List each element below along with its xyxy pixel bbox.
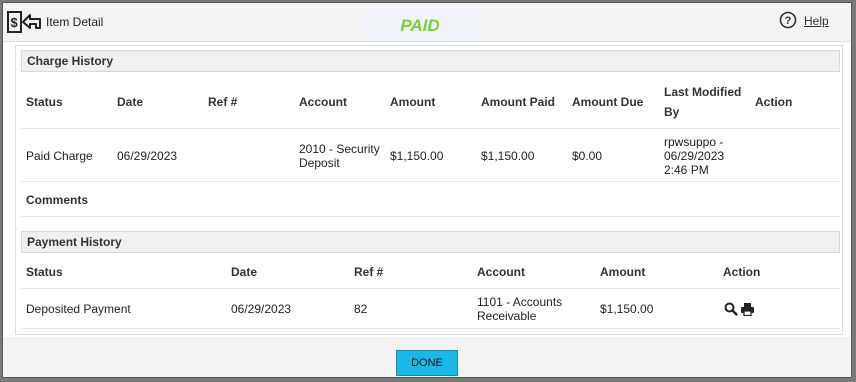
charge-row-modified-line1: rpwsuppo -: [664, 135, 724, 149]
comments-divider: [21, 216, 840, 217]
payment-col-date: Date: [231, 265, 258, 279]
status-banner: PAID: [361, 7, 479, 41]
charge-row-account-line2: Deposit: [299, 156, 340, 170]
charge-history-heading: Charge History: [21, 50, 840, 72]
charge-col-amount: Amount: [390, 95, 436, 109]
search-icon[interactable]: [724, 302, 738, 316]
payment-row-account-line1: 1101 - Accounts: [477, 295, 563, 309]
dialog-footer: DONE: [3, 337, 851, 377]
charge-col-amount-due: Amount Due: [572, 95, 644, 109]
charge-row-date: 06/29/2023: [117, 149, 178, 163]
charge-row-divider: [21, 181, 840, 182]
dialog-title: Item Detail: [46, 15, 104, 29]
charge-col-last-modified-line2: By: [664, 105, 680, 119]
charge-row-account: 2010 - Security Deposit: [299, 142, 380, 170]
payment-col-status: Status: [26, 265, 63, 279]
payment-row-account: 1101 - Accounts Receivable: [477, 295, 562, 323]
charge-col-last-modified-line1: Last Modified: [664, 85, 742, 99]
charge-col-account: Account: [299, 95, 347, 109]
payment-col-amount: Amount: [600, 265, 646, 279]
charge-row-amount: $1,150.00: [390, 149, 444, 163]
charge-col-ref: Ref #: [208, 95, 238, 109]
payment-col-account: Account: [477, 265, 525, 279]
payment-header-divider: [21, 288, 840, 289]
detail-panel: Charge History Status Date Ref # Account…: [15, 45, 843, 335]
print-icon[interactable]: [740, 302, 755, 316]
question-circle-icon[interactable]: ?: [779, 11, 797, 29]
payment-row-ref: 82: [354, 302, 368, 316]
charge-col-date: Date: [117, 95, 144, 109]
payment-col-action: Action: [723, 265, 761, 279]
payment-row-account-line2: Receivable: [477, 309, 537, 323]
charge-row-last-modified: rpwsuppo - 06/29/2023 2:46 PM: [664, 135, 724, 177]
money-return-icon: $: [7, 11, 41, 33]
help-link[interactable]: Help: [804, 14, 829, 28]
payment-history-heading: Payment History: [21, 231, 840, 253]
charge-row-amount-paid: $1,150.00: [481, 149, 535, 163]
payment-row-status: Deposited Payment: [26, 302, 131, 316]
payment-col-ref: Ref #: [354, 265, 384, 279]
payment-row-date: 06/29/2023: [231, 302, 292, 316]
charge-header-divider: [21, 128, 840, 129]
comments-label: Comments: [26, 193, 89, 207]
payment-row-divider: [21, 328, 840, 329]
charge-col-action: Action: [755, 95, 793, 109]
svg-text:?: ?: [785, 15, 792, 27]
charge-col-status: Status: [26, 95, 63, 109]
status-badge: PAID: [400, 16, 440, 35]
charge-row-amount-due: $0.00: [572, 149, 603, 163]
payment-row-amount: $1,150.00: [600, 302, 654, 316]
charge-row-account-line1: 2010 - Security: [299, 142, 380, 156]
charge-col-amount-paid: Amount Paid: [481, 95, 555, 109]
dialog-header: $ Item Detail PAID ? Help: [3, 3, 851, 42]
svg-text:$: $: [11, 15, 19, 30]
charge-col-last-modified: Last Modified By: [664, 85, 741, 125]
done-button[interactable]: DONE: [396, 350, 458, 376]
charge-row-modified-line3: 2:46 PM: [664, 163, 709, 177]
charge-row-modified-line2: 06/29/2023: [664, 149, 725, 163]
item-detail-dialog: $ Item Detail PAID ? Help Charge History…: [2, 2, 852, 378]
charge-row-status: Paid Charge: [26, 149, 93, 163]
